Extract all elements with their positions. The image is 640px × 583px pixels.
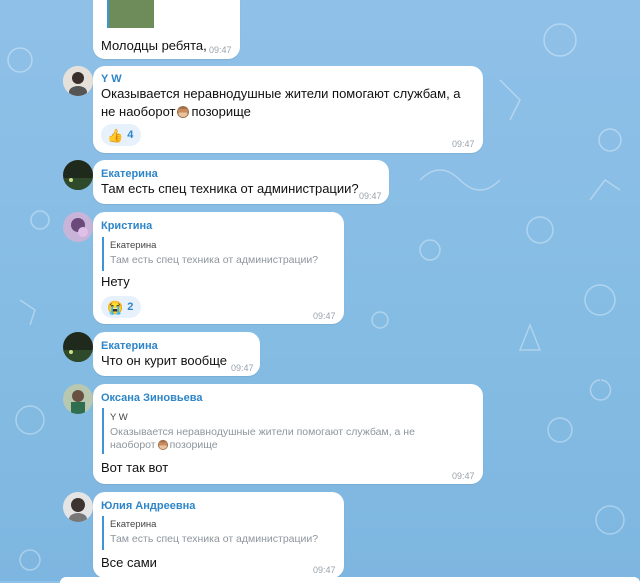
reply-text-part: позорище [169,439,218,451]
avatar[interactable] [63,332,93,362]
avatar-image [63,384,93,414]
thumbs-up-icon: 👍 [107,127,124,143]
message-text: Все сами [101,555,157,570]
message-text: Оказывается неравнодушные жители помогаю… [101,85,461,121]
reaction-count: 2 [127,301,134,313]
message-text: Что он курит вообще [101,353,228,368]
message-text: Там есть спец техника от администрации? [101,181,359,196]
reply-quote[interactable]: Екатерина Там есть спец техника от админ… [102,237,338,271]
reply-author: Екатерина [110,240,157,251]
message-bubble[interactable]: Кристина Екатерина Там есть спец техника… [93,212,344,324]
reply-text: Там есть спец техника от администрации? [110,533,319,545]
sender-name[interactable]: Кристина [101,220,152,232]
avatar-image [63,66,93,96]
sender-name[interactable]: Юлия Андреевна [101,500,195,512]
avatar[interactable] [63,384,93,414]
message-bubble[interactable]: Екатерина Там есть спец техника от админ… [93,160,389,204]
sender-name[interactable]: Екатерина [101,340,158,352]
message-time: 09:47 [231,363,254,373]
message-text-line: Оказывается неравнодушные жители помогаю… [101,86,461,101]
message-time: 09:47 [452,139,475,149]
reply-quote[interactable]: Y W Оказывается неравнодушные жители пом… [102,408,476,454]
message-bubble[interactable]: Юлия Андреевна Екатерина Там есть спец т… [93,492,344,578]
avatar-image [63,212,93,242]
avatar[interactable] [63,66,93,96]
message-text: Молодцы ребята, [101,38,207,53]
reply-author: Екатерина [110,519,157,530]
message-time: 09:47 [313,311,336,321]
message-time: 09:47 [209,45,232,55]
reaction-count: 4 [127,129,134,141]
reaction-chip[interactable]: 😭 2 [101,296,142,318]
reply-quote[interactable]: Екатерина Там есть спец техника от админ… [102,516,338,550]
crying-face-icon: 😭 [107,299,124,315]
message-bubble[interactable]: Оксана Зиновьева Y W Оказывается неравно… [93,384,483,484]
sender-name[interactable]: Екатерина [101,168,158,180]
photo-thumbnail[interactable] [107,0,154,28]
message-bubble[interactable]: Y W Оказывается неравнодушные жители пом… [93,66,483,153]
message-text-part: позорище [191,104,251,119]
avatar[interactable] [63,160,93,190]
see-no-evil-monkey-icon [177,106,190,118]
avatar[interactable] [63,212,93,242]
reply-text: наоборот позорище [110,439,476,452]
message-text-line: не наоборот позорище [101,103,461,121]
avatar-image [63,492,93,522]
message-text: Нету [101,274,130,289]
see-no-evil-monkey-icon [157,439,168,450]
reply-text-part: наоборот [110,439,156,451]
reaction-chip[interactable]: 👍 4 [101,124,142,146]
avatar-image [63,160,93,190]
message-text-part: не наоборот [101,104,176,119]
message-bubble[interactable]: Молодцы ребята, 09:47 [93,0,240,59]
reply-text: Оказывается неравнодушные жители помогаю… [110,426,415,438]
sender-name[interactable]: Y W [101,73,122,85]
message-time: 09:47 [313,565,336,575]
message-bubble[interactable]: Екатерина Что он курит вообще 09:47 [93,332,260,376]
reply-author: Y W [110,412,128,423]
sender-name[interactable]: Оксана Зиновьева [101,392,203,404]
message-time: 09:47 [452,471,475,481]
avatar[interactable] [63,492,93,522]
reply-text: Там есть спец техника от администрации? [110,254,319,266]
message-time: 09:47 [359,191,382,201]
message-text: Вот так вот [101,460,169,475]
avatar-image [63,332,93,362]
composer-edge [60,577,640,583]
